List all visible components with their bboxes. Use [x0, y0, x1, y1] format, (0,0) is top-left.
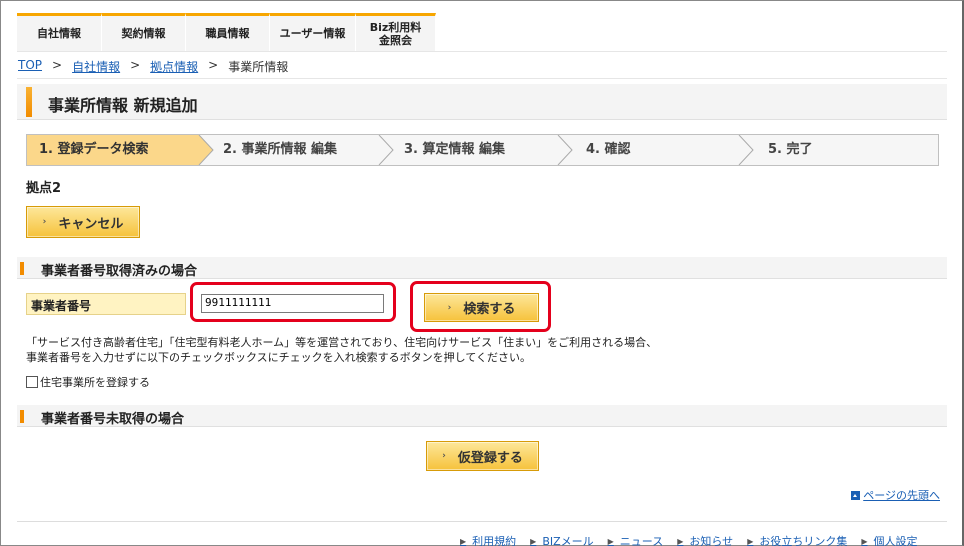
business-number-label: 事業者番号: [26, 293, 186, 315]
footer-link-label: お知らせ: [689, 535, 734, 546]
page-top-link[interactable]: ページの先頭へ: [851, 487, 940, 503]
cancel-button[interactable]: › キャンセル: [26, 206, 140, 238]
breadcrumb-company-link[interactable]: 自社情報: [72, 58, 120, 75]
tab-staff-info[interactable]: 職員情報: [186, 13, 270, 51]
preregister-button-label: 仮登録する: [457, 450, 523, 466]
step-progress: 1. 登録データ検索 2. 事業所情報 編集 3. 算定情報 編集 4. 確認 …: [26, 134, 939, 166]
preregister-button[interactable]: › 仮登録する: [426, 441, 539, 471]
triangle-right-icon: ▶: [460, 536, 467, 546]
breadcrumb-sep: >: [52, 58, 63, 72]
breadcrumb-divider: [17, 78, 947, 79]
tab-biz-fee[interactable]: Biz利用料金照会: [356, 13, 436, 51]
triangle-right-icon: ▶: [530, 536, 537, 546]
breadcrumb-branch-link[interactable]: 拠点情報: [150, 58, 198, 75]
breadcrumb-sep: >: [130, 58, 141, 72]
highlight-input-annotation: [190, 282, 396, 322]
section-header-registered: 事業者番号取得済みの場合: [17, 257, 947, 279]
breadcrumb: TOP > 自社情報 > 拠点情報 > 事業所情報: [18, 58, 288, 75]
tab-company-info[interactable]: 自社情報: [17, 13, 102, 51]
top-nav: 自社情報 契約情報 職員情報 ユーザー情報 Biz利用料金照会: [17, 13, 436, 51]
footer-link-notices[interactable]: ▶ お知らせ: [677, 533, 733, 546]
footer-link-label: BIZメール: [542, 535, 594, 546]
tab-contract-info[interactable]: 契約情報: [102, 13, 186, 51]
footer-links: ▶ 利用規約 ▶ BIZメール ▶ ニュース ▶ お知らせ ▶ お役立ちリンク集 ▶ 個人設…: [460, 533, 932, 546]
footer-link-label: お役立ちリンク集: [759, 535, 848, 546]
description-line-1: 「サービス付き高齢者住宅」「住宅型有料老人ホーム」等を運営されており、住宅向けサ…: [26, 336, 658, 349]
title-accent-bar: [26, 87, 32, 117]
triangle-right-icon: ▶: [747, 536, 754, 546]
branch-name: 拠点2: [26, 181, 62, 196]
footer-link-terms[interactable]: ▶ 利用規約: [460, 533, 516, 546]
section-accent-bar: [20, 262, 24, 275]
cancel-button-label: キャンセル: [58, 216, 124, 232]
section-title-registered: 事業者番号取得済みの場合: [41, 264, 198, 279]
footer-link-settings[interactable]: ▶ 個人設定: [861, 533, 917, 546]
breadcrumb-sep: >: [208, 58, 219, 72]
arrow-right-icon: ›: [442, 451, 446, 461]
highlight-search-annotation: [410, 281, 551, 332]
footer-link-label: 個人設定: [873, 535, 918, 546]
footer-link-news[interactable]: ▶ ニュース: [608, 533, 664, 546]
arrow-right-icon: ›: [42, 217, 47, 227]
footer-link-useful[interactable]: ▶ お役立ちリンク集: [747, 533, 847, 546]
breadcrumb-top-link[interactable]: TOP: [18, 58, 42, 75]
nav-divider: [17, 51, 947, 52]
footer-link-label: ニュース: [619, 535, 664, 546]
step-4-confirm: 4. 確認: [586, 142, 631, 157]
tab-user-info[interactable]: ユーザー情報: [270, 13, 356, 51]
step-3-edit-calc: 3. 算定情報 編集: [404, 142, 506, 157]
housing-office-checkbox[interactable]: [26, 376, 38, 388]
housing-checkbox-label[interactable]: 住宅事業所を登録する: [40, 374, 150, 390]
housing-description: 「サービス付き高齢者住宅」「住宅型有料老人ホーム」等を運営されており、住宅向けサ…: [26, 335, 657, 365]
section-header-unregistered: 事業者番号未取得の場合: [17, 405, 947, 427]
page-title: 事業所情報 新規追加: [48, 96, 198, 115]
footer-link-label: 利用規約: [472, 535, 517, 546]
step-2-edit-office: 2. 事業所情報 編集: [223, 142, 338, 157]
triangle-right-icon: ▶: [861, 536, 868, 546]
step-5-complete: 5. 完了: [768, 142, 813, 157]
section-title-unregistered: 事業者番号未取得の場合: [41, 412, 185, 427]
footer-link-bizmail[interactable]: ▶ BIZメール: [530, 533, 593, 546]
arrow-up-icon: [851, 490, 861, 500]
housing-checkbox-row: 住宅事業所を登録する: [26, 374, 150, 390]
breadcrumb-current: 事業所情報: [228, 60, 289, 74]
tab-biz-fee-label: Biz利用料金照会: [369, 20, 422, 47]
triangle-right-icon: ▶: [677, 536, 684, 546]
footer-divider: [17, 521, 947, 522]
section-accent-bar: [20, 410, 24, 423]
triangle-right-icon: ▶: [607, 536, 614, 546]
description-line-2: 事業者番号を入力せずに以下のチェックボックスにチェックを入れ検索するボタンを押し…: [26, 351, 532, 364]
page-top-label: ページの先頭へ: [863, 489, 940, 502]
